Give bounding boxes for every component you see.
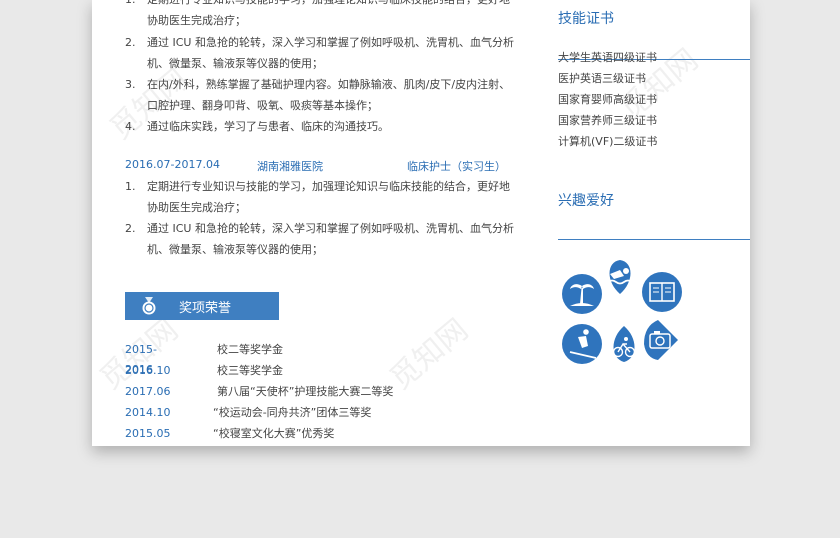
job-org: 湖南湘雅医院	[257, 160, 323, 173]
skills-title: 技能证书	[558, 11, 614, 27]
cert-item: 国家营养师三级证书	[558, 114, 657, 127]
cert-item: 计算机(VF)二级证书	[558, 135, 658, 148]
list-item: 1. 定期进行专业知识与技能的学习，加强理论知识与临床技能的结合，更好地协助医生…	[125, 180, 510, 214]
cert-item: 大学生英语四级证书	[558, 51, 657, 64]
cert-item: 国家育婴师高级证书	[558, 93, 657, 106]
list-item: 4. 通过临床实践，学习了与患者、临床的沟通技巧。	[125, 120, 389, 133]
job-role: 临床护士（实习生）	[407, 160, 506, 173]
list-item: 2. 通过 ICU 和急抢的轮转，深入学习和掌握了例如呼吸机、洗胃机、血气分析机…	[125, 222, 514, 256]
book-icon	[642, 272, 682, 312]
palm-beach-icon	[562, 274, 602, 314]
divider	[558, 239, 750, 240]
awards-section-header: 奖项荣誉	[125, 292, 279, 320]
swimming-icon	[607, 260, 633, 294]
list-item: 3. 在内/外科，熟练掌握了基础护理内容。如静脉输液、肌肉/皮下/皮内注射、口腔…	[125, 78, 511, 112]
medal-icon	[142, 297, 156, 315]
cert-item: 医护英语三级证书	[558, 72, 646, 85]
job-date: 2016.07-2017.04	[125, 158, 220, 171]
resume-page: 觅知网 觅知网 觅知网 觅知网 1. 定期进行专业知识与技能的学习，加强理论知识…	[92, 0, 750, 446]
awards-title: 奖项荣誉	[179, 301, 232, 316]
camera-icon	[644, 320, 678, 360]
hobbies-icons	[562, 260, 682, 364]
cycling-icon	[612, 326, 636, 362]
skiing-icon	[562, 324, 602, 364]
list-item: 1. 定期进行专业知识与技能的学习，加强理论知识与临床技能的结合，更好地协助医生…	[125, 0, 510, 27]
hobbies-title: 兴趣爱好	[558, 193, 614, 209]
list-item: 2. 通过 ICU 和急抢的轮转，深入学习和掌握了例如呼吸机、洗胃机、血气分析机…	[125, 36, 514, 70]
